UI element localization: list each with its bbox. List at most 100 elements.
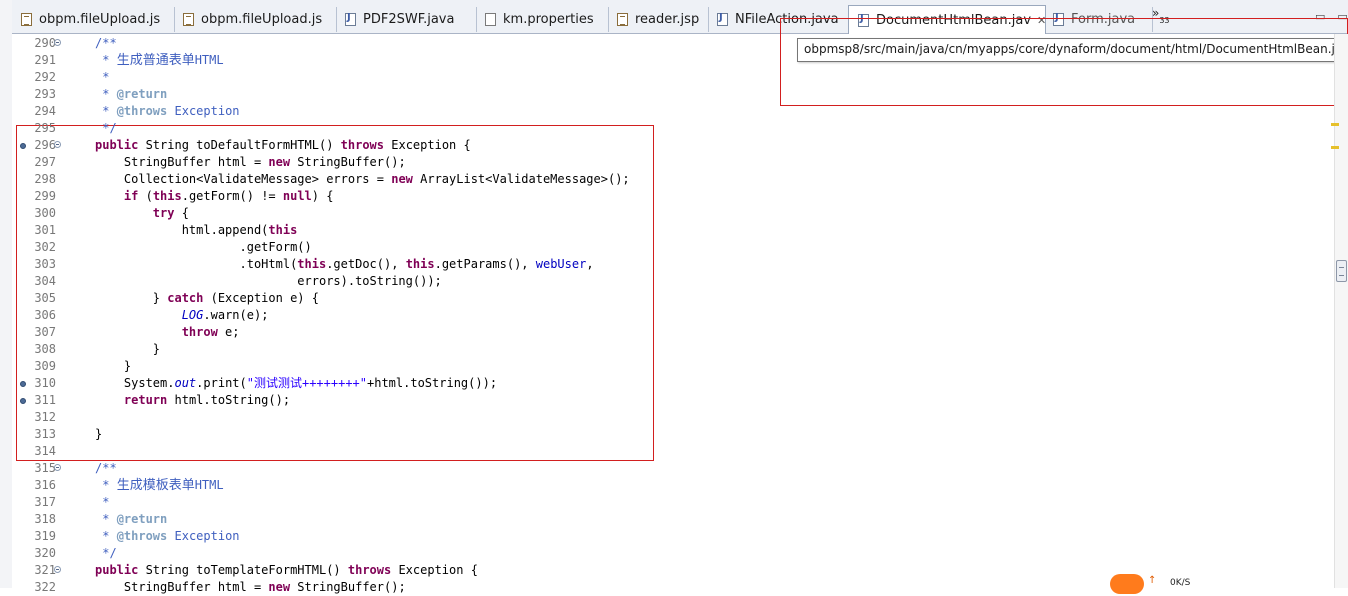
breakpoint-marker-icon[interactable] [20,381,26,387]
code-line[interactable]: } [95,358,131,375]
breakpoint-marker-icon[interactable] [20,143,26,149]
code-line[interactable]: if (this.getForm() != null) { [95,188,334,205]
code-token: .warn(e); [203,308,269,322]
code-token: new [391,172,413,186]
code-token: new [268,580,291,594]
fold-toggle-icon[interactable] [54,39,61,46]
code-line[interactable]: public String toTemplateFormHTML() throw… [95,562,478,579]
code-token: */ [95,121,117,135]
line-number: 309 [34,359,56,373]
tab-nfileaction-java[interactable]: NFileAction.java [708,7,849,32]
code-line[interactable]: try { [95,205,189,222]
fold-toggle-icon[interactable] [54,566,61,573]
line-number: 304 [34,274,56,288]
code-line[interactable]: } catch (Exception e) { [95,290,319,307]
code-token: , [586,257,594,271]
line-number: 319 [34,529,56,543]
line-number: 316 [34,478,56,492]
code-token: this [297,257,327,271]
code-line[interactable]: throw e; [95,324,240,341]
code-line[interactable]: * [95,494,109,511]
code-token: ) { [311,189,334,203]
code-line[interactable]: } [95,426,102,443]
code-line[interactable]: html.append(this [95,222,298,239]
scrollbar-thumb[interactable] [1336,260,1347,282]
code-line[interactable]: /** [95,35,117,52]
code-token: * [95,512,117,526]
line-number: 295 [34,121,56,135]
line-number: 290 [34,36,56,50]
line-number: 291 [34,53,56,67]
code-line[interactable]: Collection<ValidateMessage> errors = new… [95,171,630,188]
line-number: 299 [34,189,56,203]
code-line[interactable]: System.out.print("测试测试++++++++"+html.toS… [95,375,497,392]
tab-overflow-button[interactable]: »33 [1152,6,1170,25]
code-token: ( [138,189,153,203]
code-token: null [282,189,312,203]
code-line[interactable]: * 生成普通表单HTML [95,52,223,69]
tab-form-java[interactable]: Form.java [1044,7,1153,32]
line-number: 313 [34,427,56,441]
tab-documenthtmlbean-jav[interactable]: DocumentHtmlBean.jav✕ [848,5,1046,34]
code-line[interactable]: * 生成模板表单HTML [95,477,224,494]
code-token: StringBuffer(); [290,580,406,594]
java-file-icon [1053,12,1064,26]
line-number: 292 [34,70,56,84]
code-token: HTML [194,478,224,492]
line-number: 293 [34,87,56,101]
tab-reader-jsp[interactable]: reader.jsp [608,7,709,32]
code-line[interactable]: .getForm() [95,239,311,256]
code-line[interactable]: } [95,341,160,358]
code-line[interactable]: * @return [95,86,167,103]
code-line[interactable]: */ [95,545,116,562]
fold-toggle-icon[interactable] [54,141,61,148]
code-token: * [95,70,110,84]
code-line[interactable]: /** [95,460,117,477]
code-token: Exception { [384,138,471,152]
code-token: errors).toString()); [95,274,442,288]
code-line[interactable]: * [95,69,109,86]
tab-obpm-fileupload-js[interactable]: obpm.fileUpload.js [12,7,175,32]
tab-obpm-fileupload-js[interactable]: obpm.fileUpload.js [174,7,337,32]
window-controls[interactable]: ▭▭ [1315,10,1348,23]
vertical-scrollbar[interactable] [1334,34,1348,588]
js-file-icon [183,13,194,26]
code-line[interactable]: * @return [95,511,167,528]
line-number: 315 [34,461,56,475]
jsp-file-icon [617,13,628,26]
line-number: 301 [34,223,56,237]
code-token: @return [116,87,168,101]
code-token: 生成普通表单 [116,53,195,68]
code-token: (Exception e) { [203,291,319,305]
code-token: .getParams(), [434,257,536,271]
code-line[interactable]: .toHtml(this.getDoc(), this.getParams(),… [95,256,594,273]
code-line[interactable]: * @throws Exception [95,103,240,120]
code-line[interactable]: return html.toString(); [95,392,290,409]
fold-toggle-icon[interactable] [54,464,61,471]
network-speed-widget[interactable]: ↑ 0K/S [1108,570,1202,594]
code-token: Exception [167,104,240,118]
overview-warning-marker[interactable] [1331,146,1339,149]
code-line[interactable]: */ [95,120,117,137]
code-line[interactable]: StringBuffer html = new StringBuffer(); [95,154,406,171]
code-line[interactable]: * @throws Exception [95,528,239,545]
code-token: LOG [181,308,204,322]
code-line[interactable]: public String toDefaultFormHTML() throws… [95,137,471,154]
overview-warning-marker[interactable] [1331,123,1339,126]
tab-label: obpm.fileUpload.js [201,12,323,27]
code-line[interactable]: LOG.warn(e); [95,307,269,324]
tab-label: PDF2SWF.java [363,12,455,27]
code-token: StringBuffer html = [95,580,269,594]
code-line[interactable]: errors).toString()); [95,273,442,290]
tab-label: obpm.fileUpload.js [39,12,161,27]
tab-label: km.properties [503,12,594,27]
code-token: * [95,478,117,492]
tab-pdf2swf-java[interactable]: PDF2SWF.java [336,7,477,32]
code-token: @throws [116,529,168,543]
tab-km-properties[interactable]: km.properties [476,7,609,32]
breakpoint-marker-icon[interactable] [20,398,26,404]
line-number: 306 [34,308,56,322]
